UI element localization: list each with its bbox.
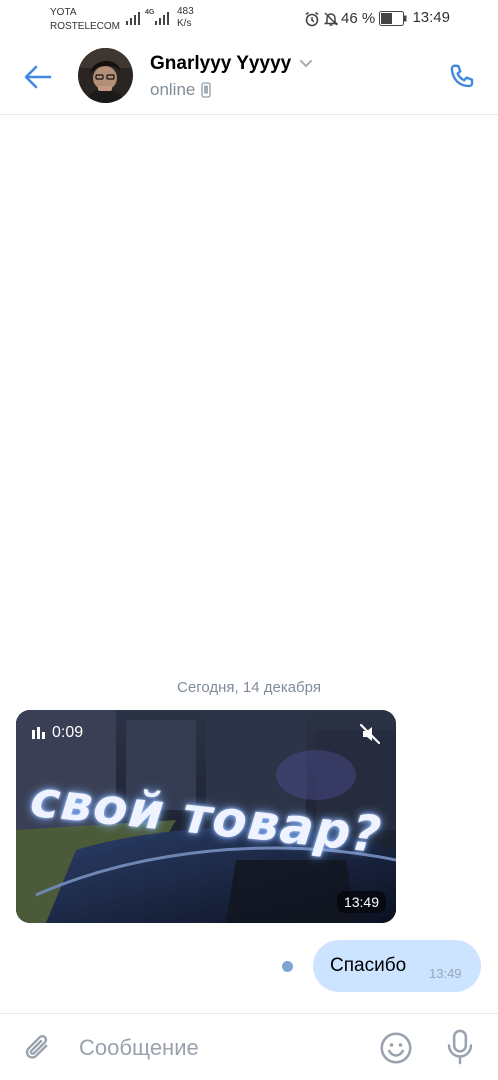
audio-bars-icon xyxy=(32,727,45,739)
contact-name-row[interactable]: Gnarlyyy Yyyyy xyxy=(150,53,313,75)
video-duration-badge: 0:09 xyxy=(32,724,83,742)
chevron-down-icon xyxy=(300,60,313,68)
back-arrow-icon xyxy=(24,65,52,89)
signal-icon xyxy=(126,12,140,25)
bell-muted-icon xyxy=(323,12,339,26)
chat-header: Gnarlyyy Yyyyy online xyxy=(0,38,498,115)
attach-button[interactable] xyxy=(20,1030,56,1066)
carrier-1: YOTA xyxy=(50,7,77,18)
contact-status: online xyxy=(150,80,196,99)
battery-percent: 46 % xyxy=(341,10,376,27)
network-speed-unit: K/s xyxy=(177,18,192,29)
network-speed: 483 K/s xyxy=(177,6,194,30)
message-input[interactable] xyxy=(79,1028,359,1068)
avatar[interactable] xyxy=(78,48,133,103)
phone-icon xyxy=(450,64,474,88)
status-bar: YOTA ROSTELECOM 4G 483 K/s 46 % 13:49 xyxy=(0,0,498,38)
alarm-icon xyxy=(305,11,319,27)
paperclip-icon xyxy=(25,1034,48,1059)
battery-icon xyxy=(379,11,407,26)
network-type: 4G xyxy=(145,9,155,16)
outgoing-message-text: Спасибо xyxy=(330,955,407,976)
voice-message-button[interactable] xyxy=(442,1028,478,1066)
muted-speaker-icon[interactable] xyxy=(358,722,382,746)
incoming-video-message[interactable]: свой товар? 0:09 13:49 xyxy=(16,710,396,923)
video-message-time: 13:49 xyxy=(336,891,386,913)
avatar-image xyxy=(78,48,133,103)
signal-2-icon xyxy=(155,12,169,25)
emoji-button[interactable] xyxy=(378,1030,414,1066)
carrier-names: YOTA ROSTELECOM xyxy=(50,6,120,34)
unread-indicator xyxy=(282,961,293,972)
network-speed-value: 483 xyxy=(177,6,194,17)
call-button[interactable] xyxy=(442,58,482,98)
video-duration: 0:09 xyxy=(52,724,84,741)
carrier-2: ROSTELECOM xyxy=(50,21,121,32)
microphone-icon xyxy=(447,1029,473,1065)
date-separator: Сегодня, 14 декабря xyxy=(177,679,321,696)
contact-status-row: online xyxy=(150,80,212,100)
emoji-icon xyxy=(380,1032,412,1064)
outgoing-message[interactable]: Спасибо 13:49 xyxy=(313,940,481,992)
contact-name: Gnarlyyy Yyyyy xyxy=(150,53,292,74)
chat-screen: YOTA ROSTELECOM 4G 483 K/s 46 % 13:49 Gn… xyxy=(0,0,498,1080)
status-time: 13:49 xyxy=(412,9,450,26)
message-composer xyxy=(0,1013,498,1080)
back-button[interactable] xyxy=(20,59,56,95)
mobile-device-icon xyxy=(201,82,212,98)
outgoing-message-time: 13:49 xyxy=(429,966,462,981)
